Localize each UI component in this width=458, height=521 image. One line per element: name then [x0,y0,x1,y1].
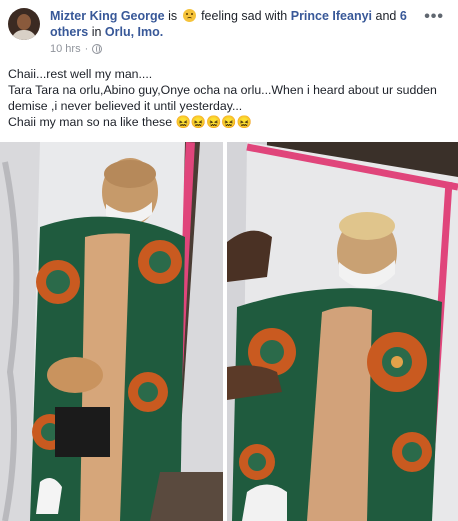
post-line-1: Chaii...rest well my man.... [8,67,153,81]
post-meta: 10 hrs · [50,43,103,55]
globe-icon[interactable] [92,44,103,54]
is-text: is [168,9,178,23]
photo-right[interactable] [227,142,458,521]
avatar[interactable] [8,8,40,40]
photo-left[interactable] [0,142,223,521]
author-name[interactable]: Mizter King George [50,9,165,23]
timestamp[interactable]: 10 hrs [50,43,81,55]
and-text: and [375,9,397,23]
post-header: Mizter King George is feeling sad with P… [0,0,458,60]
post-text: Chaii...rest well my man.... Tara Tara n… [8,66,452,130]
tagged-person-link[interactable]: Prince Ifeanyi [291,9,372,23]
more-options-icon[interactable]: ••• [424,8,444,26]
in-text: in [91,25,102,39]
post-line-2: Tara Tara na orlu,Abino guy,Onye ocha na… [8,83,437,113]
location-link[interactable]: Orlu, Imo. [105,25,163,39]
post-byline: Mizter King George is feeling sad with P… [50,8,420,40]
feeling-text: feeling sad with [201,9,288,23]
sad-emoji-icon [182,9,196,22]
photo-grid [0,142,458,521]
post-line-3: Chaii my man so na like these 😖😖😖😖😖 [8,115,253,129]
